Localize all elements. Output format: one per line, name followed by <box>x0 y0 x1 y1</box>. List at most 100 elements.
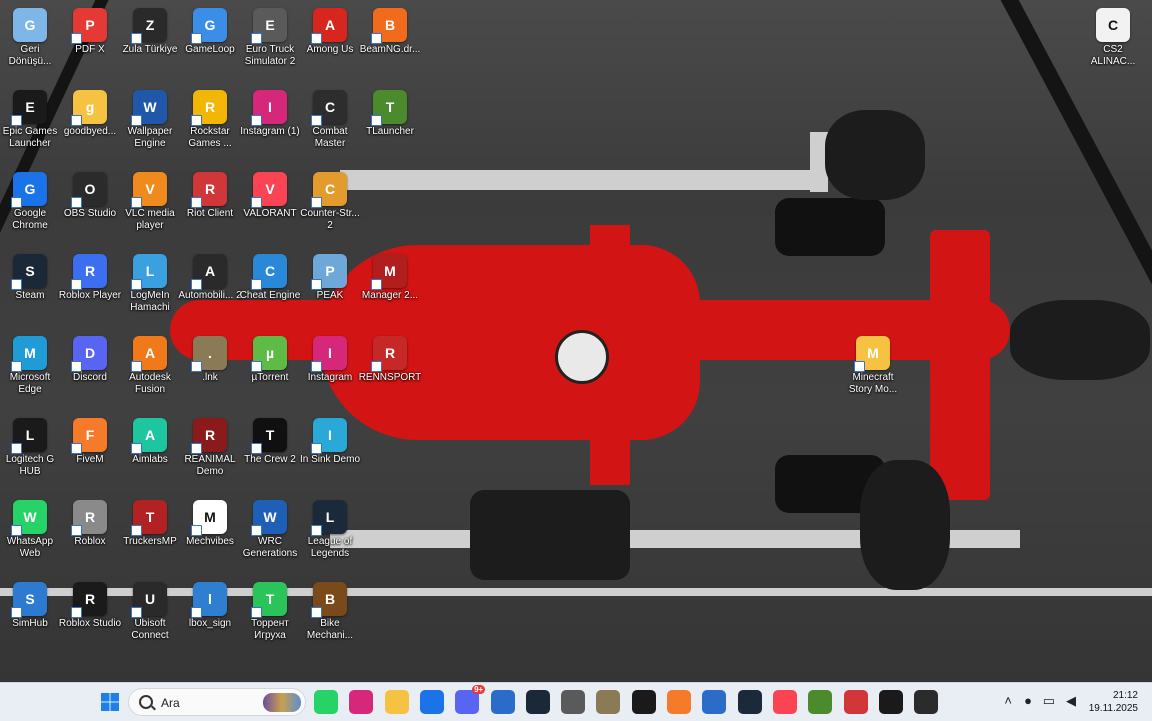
desktop-shortcut-chrome[interactable]: G Google Chrome <box>0 168 63 248</box>
taskbar-obs-icon[interactable] <box>914 690 939 714</box>
desktop-shortcut-label: WRC Generations <box>242 536 298 559</box>
taskbar-instagram-icon[interactable] <box>349 690 374 714</box>
desktop-shortcut-instagram[interactable]: I Instagram <box>297 332 363 412</box>
desktop-shortcut-reanimal[interactable]: R REANIMAL Demo <box>177 414 243 494</box>
desktop-shortcut-riot-client[interactable]: R Riot Client <box>177 168 243 248</box>
desktop-shortcut-whatsapp[interactable]: W WhatsApp Web <box>0 496 63 576</box>
desktop-shortcut-steam[interactable]: S Steam <box>0 250 63 330</box>
torrent-igruha-icon: Т <box>251 582 287 618</box>
taskbar-app-store-icon[interactable] <box>702 690 727 714</box>
desktop-shortcut-wallpaper-engine[interactable]: W Wallpaper Engine <box>117 86 183 166</box>
taskbar-file-explorer-icon[interactable] <box>384 690 409 714</box>
system-clock[interactable]: 21:12 19.11.2025 <box>1089 689 1138 715</box>
desktop-shortcut-peak[interactable]: P PEAK <box>297 250 363 330</box>
desktop-shortcut-among-us[interactable]: A Among Us <box>297 4 363 84</box>
volume-icon[interactable]: ◀ <box>1066 693 1076 709</box>
desktop-shortcut-pubg[interactable]: . .lnk <box>177 332 243 412</box>
desktop-shortcut-label: Among Us <box>306 44 354 55</box>
desktop-shortcut-obs[interactable]: O OBS Studio <box>57 168 123 248</box>
desktop-shortcut-torrent-igruha[interactable]: Т Торрент Игруха <box>237 578 303 658</box>
desktop-shortcut-instagram[interactable]: I Instagram (1) <box>237 86 303 166</box>
desktop-shortcut-counter-strike[interactable]: C Counter-Str... 2 <box>297 168 363 248</box>
desktop-shortcut-automobilista[interactable]: A Automobili... 2 <box>177 250 243 330</box>
desktop-shortcut-label: Logitech G HUB <box>5 454 55 477</box>
taskbar-minecraft-icon[interactable] <box>808 690 833 714</box>
desktop-shortcut-fivem[interactable]: F FiveM <box>57 414 123 494</box>
beamng-icon: B <box>371 8 407 44</box>
microphone-icon[interactable]: ● <box>1024 693 1032 708</box>
desktop-shortcut-valorant[interactable]: V VALORANT <box>237 168 303 248</box>
taskbar-whatsapp-icon[interactable] <box>314 690 338 714</box>
desktop-shortcut-combat-master[interactable]: C Combat Master <box>297 86 363 166</box>
desktop-shortcut-discord[interactable]: D Discord <box>57 332 123 412</box>
desktop-shortcut-folder[interactable]: M Minecraft Story Mo... <box>840 332 906 412</box>
desktop-shortcut-edge[interactable]: M Microsoft Edge <box>0 332 63 412</box>
taskbar-pubg-icon[interactable] <box>596 690 621 714</box>
riot-client-icon: R <box>191 172 227 208</box>
taskbar-fivem-icon[interactable] <box>667 690 691 714</box>
taskbar-valorant-icon[interactable] <box>772 690 797 714</box>
start-button[interactable] <box>98 690 122 714</box>
desktop-shortcut-cheat-engine[interactable]: C Cheat Engine <box>237 250 303 330</box>
combat-master-icon: C <box>311 90 347 126</box>
desktop-shortcut-label: Aimlabs <box>132 454 168 465</box>
desktop-shortcut-epic-games[interactable]: E Epic Games Launcher <box>0 86 63 166</box>
desktop-shortcut-vlc[interactable]: V VLC media player <box>117 168 183 248</box>
desktop-shortcut-tlauncher[interactable]: T TLauncher <box>357 86 423 166</box>
taskbar-league-of-legends-icon[interactable] <box>737 690 762 714</box>
desktop-shortcut-aimlabs[interactable]: A Aimlabs <box>117 414 183 494</box>
desktop-shortcut-bike-mechanic[interactable]: B Bike Mechani... <box>297 578 363 658</box>
desktop-shortcut-label: Instagram <box>307 372 353 383</box>
desktop-shortcut-label: Mechvibes <box>186 536 234 547</box>
taskbar-steam-icon[interactable] <box>525 690 550 714</box>
desktop-shortcut-hamachi[interactable]: L LogMeIn Hamachi <box>117 250 183 330</box>
desktop-shortcut-simhub[interactable]: S SimHub <box>0 578 63 658</box>
taskbar-roblox-icon[interactable] <box>561 690 586 714</box>
desktop-shortcut-recycle-bin[interactable]: G Geri Dönüşü... <box>0 4 63 84</box>
rockstar-icon: R <box>191 90 227 126</box>
desktop-shortcut-rockstar[interactable]: R Rockstar Games ... <box>177 86 243 166</box>
desktop-shortcut-gameloop[interactable]: G GameLoop <box>177 4 243 84</box>
desktop-shortcut-utorrent[interactable]: µ µTorrent <box>237 332 303 412</box>
desktop-shortcut-truckersmp[interactable]: T TruckersMP <box>117 496 183 576</box>
taskbar-search-box[interactable]: Ara <box>128 688 306 716</box>
desktop-shortcut-text-file[interactable]: C CS2 ALINAC... <box>1080 4 1146 84</box>
desktop-shortcut-manager[interactable]: M Manager 2... <box>357 250 423 330</box>
desktop-shortcut-league[interactable]: L League of Legends <box>297 496 363 576</box>
taskbar-chrome-icon[interactable] <box>419 690 444 714</box>
desktop-shortcut-label: µTorrent <box>251 372 289 383</box>
desktop-shortcut-zula[interactable]: Z Zula Türkiye <box>117 4 183 84</box>
network-icon[interactable]: ▭ <box>1043 693 1055 709</box>
gameloop-icon: G <box>191 8 227 44</box>
desktop-shortcut-beamng[interactable]: B BeamNG.dr... <box>357 4 423 84</box>
desktop-shortcut-in-sink[interactable]: I In Sink Demo <box>297 414 363 494</box>
desktop-shortcut-label: Manager 2... <box>361 290 419 301</box>
desktop-shortcut-label: In Sink Demo <box>299 454 361 465</box>
in-sink-icon: I <box>311 418 347 454</box>
taskbar-xbox-icon[interactable] <box>490 690 515 714</box>
taskbar-roblox-studio-icon[interactable] <box>843 690 868 714</box>
show-hidden-icons-chevron-icon[interactable]: ˄ <box>1004 693 1012 708</box>
taskbar-epic-games-icon[interactable] <box>631 690 656 714</box>
desktop-shortcut-roblox[interactable]: R Roblox <box>57 496 123 576</box>
taskbar-discord-icon[interactable]: 9+ <box>455 685 486 714</box>
desktop-shortcut-the-crew-2[interactable]: T The Crew 2 <box>237 414 303 494</box>
desktop-shortcut-logitech-ghub[interactable]: L Logitech G HUB <box>0 414 63 494</box>
cheat-engine-icon: C <box>251 254 287 290</box>
desktop-shortcut-folder[interactable]: g goodbyed... <box>57 86 123 166</box>
desktop-shortcut-label: BeamNG.dr... <box>359 44 421 55</box>
desktop-shortcut-pdf-x[interactable]: P PDF X <box>57 4 123 84</box>
desktop-shortcut-rennsport[interactable]: R RENNSPORT <box>357 332 423 412</box>
desktop-shortcut-document[interactable]: l lbox_sign <box>177 578 243 658</box>
desktop-shortcut-roblox-player[interactable]: R Roblox Player <box>57 250 123 330</box>
desktop-shortcut-roblox-studio[interactable]: R Roblox Studio <box>57 578 123 658</box>
desktop-shortcut-label: Epic Games Launcher <box>2 126 58 149</box>
desktop-shortcut-wrc[interactable]: W WRC Generations <box>237 496 303 576</box>
desktop-shortcut-mechvibes[interactable]: M Mechvibes <box>177 496 243 576</box>
fusion-icon: A <box>131 336 167 372</box>
desktop-shortcut-label: VLC media player <box>125 208 175 231</box>
taskbar-epic-launcher-icon[interactable] <box>878 690 903 714</box>
desktop-shortcut-ets2[interactable]: E Euro Truck Simulator 2 <box>237 4 303 84</box>
desktop-shortcut-fusion[interactable]: A Autodesk Fusion <box>117 332 183 412</box>
desktop-shortcut-ubisoft[interactable]: U Ubisoft Connect <box>117 578 183 658</box>
